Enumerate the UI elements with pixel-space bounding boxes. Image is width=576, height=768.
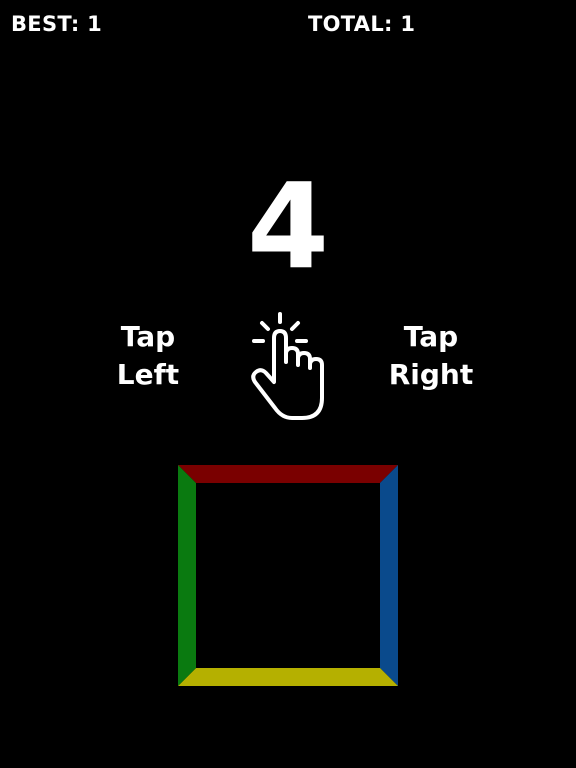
tap-right-line2: Right <box>388 358 474 391</box>
total-score-label: TOTAL: 1 <box>308 12 416 36</box>
countdown-number: 4 <box>246 157 330 295</box>
tap-right-line1: Tap <box>403 320 459 353</box>
board-right-side <box>380 465 398 686</box>
tap-ray <box>290 321 300 331</box>
color-square-board <box>178 465 398 686</box>
board-left-side <box>178 465 196 686</box>
tap-ray <box>260 321 270 331</box>
tap-left-line2: Left <box>116 358 180 391</box>
board-bottom-side <box>178 668 398 686</box>
board-center <box>196 483 380 668</box>
tap-left-hint[interactable]: Tap Left <box>78 318 218 394</box>
tap-hand-icon <box>251 312 324 420</box>
tap-left-line1: Tap <box>120 320 176 353</box>
tap-right-hint[interactable]: Tap Right <box>361 318 501 394</box>
board-top-side <box>178 465 398 483</box>
best-score-label: BEST: 1 <box>11 12 103 36</box>
